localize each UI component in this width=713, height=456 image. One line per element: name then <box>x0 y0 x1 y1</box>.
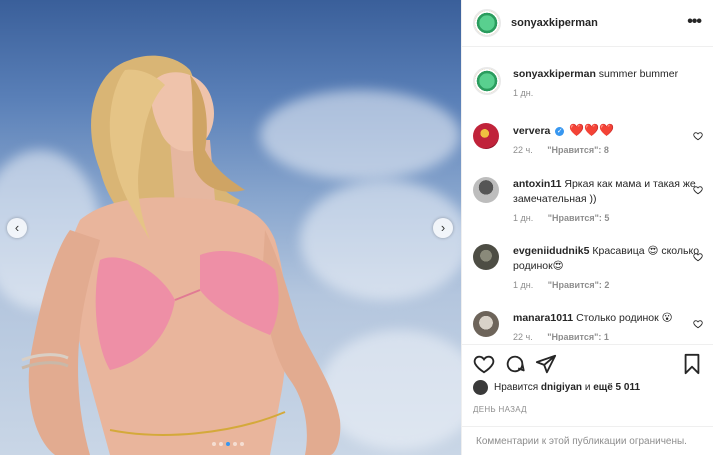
send-icon[interactable] <box>535 353 557 375</box>
carousel-indicator <box>212 442 244 446</box>
like-comment-heart-icon[interactable] <box>693 131 703 141</box>
post-sidebar: sonyaxkiperman ••• sonyaxkiperman summer… <box>461 0 713 455</box>
liked-by-user[interactable]: dnigiyan <box>541 382 582 393</box>
caption-username[interactable]: sonyaxkiperman <box>513 68 596 80</box>
likes-summary: Нравится dnigiyan и ещё 5 011 <box>473 380 640 395</box>
avatar[interactable] <box>473 67 501 95</box>
like-comment-heart-icon[interactable] <box>693 185 703 195</box>
bookmark-icon[interactable] <box>681 353 703 375</box>
comment-time: 1 дн. <box>513 213 534 223</box>
caption-text: summer bummer <box>598 68 679 80</box>
comment-likes[interactable]: "Нравится": 1 <box>547 332 609 341</box>
portrait-illustration <box>21 55 341 455</box>
avatar[interactable] <box>473 123 499 149</box>
previous-slide-button[interactable]: ‹ <box>7 218 27 238</box>
post-photo[interactable]: ‹ › <box>0 0 461 455</box>
likes-prefix: Нравится <box>494 382 539 393</box>
post-timestamp[interactable]: ДЕНЬ НАЗАД <box>473 405 527 414</box>
comment-time: 22 ч. <box>513 145 533 155</box>
comment-icon[interactable] <box>504 353 526 375</box>
comment-time: 1 дн. <box>513 280 534 290</box>
list-item: evgeniidudnik5 Красавица 😍 сколько родин… <box>473 244 703 290</box>
post-author-username[interactable]: sonyaxkiperman <box>511 17 598 29</box>
list-item: ververa ✓ ❤️❤️❤️ 22 ч. "Нравится": 8 <box>473 123 703 155</box>
comment-username[interactable]: ververa <box>513 125 550 137</box>
caption-time: 1 дн. <box>513 88 534 98</box>
avatar[interactable] <box>473 380 488 395</box>
likes-count[interactable]: ещё 5 011 <box>593 382 640 393</box>
caption: sonyaxkiperman summer bummer 1 дн. <box>473 67 703 98</box>
avatar[interactable] <box>473 244 499 270</box>
comment-username[interactable]: antoxin11 <box>513 178 561 190</box>
carousel-dot <box>233 442 237 446</box>
carousel-dot <box>212 442 216 446</box>
comments-list: sonyaxkiperman summer bummer 1 дн. verve… <box>462 57 713 341</box>
avatar[interactable] <box>473 9 501 37</box>
comment-likes[interactable]: "Нравится": 8 <box>547 145 609 155</box>
heart-icon[interactable] <box>473 353 495 375</box>
list-item: manara1011 Столько родинок 😮 22 ч. "Нрав… <box>473 311 703 341</box>
carousel-dot <box>240 442 244 446</box>
comment-username[interactable]: evgeniidudnik5 <box>513 245 589 257</box>
comment-likes[interactable]: "Нравится": 2 <box>548 280 610 290</box>
action-bar <box>473 353 703 377</box>
likes-and: и <box>584 382 591 393</box>
carousel-dot <box>219 442 223 446</box>
carousel-dot-active <box>226 442 230 446</box>
avatar[interactable] <box>473 177 499 203</box>
comment-username[interactable]: manara1011 <box>513 312 573 324</box>
next-slide-button[interactable]: › <box>433 218 453 238</box>
more-horizontal-icon[interactable]: ••• <box>687 13 702 31</box>
list-item: antoxin11 Яркая как мама и такая же заме… <box>473 177 703 223</box>
verified-badge-icon: ✓ <box>555 126 565 136</box>
comment-time: 22 ч. <box>513 332 533 341</box>
comments-limited-notice: Комментарии к этой публикации ограничены… <box>462 426 713 456</box>
post-header: sonyaxkiperman ••• <box>462 0 713 47</box>
like-comment-heart-icon[interactable] <box>693 252 703 262</box>
comment-text: ❤️❤️❤️ <box>569 123 615 137</box>
post-actions-section: Нравится dnigiyan и ещё 5 011 ДЕНЬ НАЗАД… <box>462 344 713 456</box>
like-comment-heart-icon[interactable] <box>693 319 703 329</box>
comment-text: Столько родинок 😮 <box>576 312 673 324</box>
avatar[interactable] <box>473 311 499 337</box>
comment-likes[interactable]: "Нравится": 5 <box>548 213 610 223</box>
